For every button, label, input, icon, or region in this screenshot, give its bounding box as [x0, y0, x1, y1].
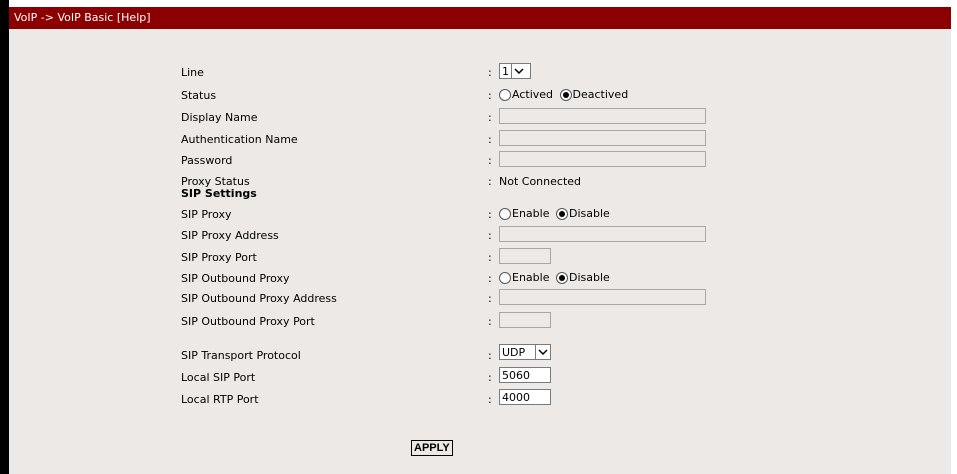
sip-transport-row: SIP Transport Protocol : UDP: [9, 344, 951, 366]
colon: :: [488, 208, 492, 221]
chevron-down-icon: [535, 345, 550, 359]
password-input[interactable]: [499, 151, 706, 167]
password-row: Password :: [9, 151, 951, 171]
sip-outbound-proxy-port-input[interactable]: [499, 312, 551, 328]
sip-settings-heading: SIP Settings: [181, 187, 257, 200]
colon: :: [488, 133, 492, 146]
local-sip-port-row: Local SIP Port :: [9, 367, 951, 388]
sip-proxy-enable-label: Enable: [512, 207, 550, 220]
left-frame-edge: [0, 0, 9, 474]
sip-outbound-proxy-enable-radio[interactable]: [499, 272, 511, 284]
colon: :: [488, 154, 492, 167]
sip-proxy-address-row: SIP Proxy Address :: [9, 226, 951, 246]
sip-outbound-proxy-disable-label: Disable: [568, 271, 610, 284]
sip-transport-select-value: UDP: [502, 345, 526, 359]
top-frame-edge: [0, 0, 957, 7]
sip-proxy-address-label: SIP Proxy Address: [181, 229, 279, 242]
line-select[interactable]: 1: [499, 63, 531, 79]
colon: :: [488, 272, 492, 285]
sip-transport-select[interactable]: UDP: [499, 344, 551, 360]
password-label: Password: [181, 154, 233, 167]
sip-outbound-proxy-address-input[interactable]: [499, 289, 706, 305]
status-radio-group: Actived Deactived: [499, 88, 628, 101]
sip-proxy-radio-group: Enable Disable: [499, 207, 610, 220]
sip-proxy-address-input[interactable]: [499, 226, 706, 242]
sip-proxy-port-label: SIP Proxy Port: [181, 251, 257, 264]
colon: :: [488, 393, 492, 406]
sip-outbound-proxy-port-label: SIP Outbound Proxy Port: [181, 315, 315, 328]
colon: :: [488, 349, 492, 362]
help-link[interactable]: [Help]: [117, 11, 151, 24]
breadcrumb: VoIP -> VoIP Basic: [14, 11, 114, 24]
local-sip-port-input[interactable]: [499, 367, 551, 383]
status-actived-label: Actived: [512, 88, 554, 101]
sip-proxy-row: SIP Proxy : Enable Disable: [9, 205, 951, 225]
status-deactived-radio[interactable]: [559, 89, 572, 101]
line-row: Line : 1: [9, 63, 951, 83]
chevron-down-icon: [511, 64, 526, 78]
apply-button[interactable]: APPLY: [411, 440, 453, 456]
sip-proxy-label: SIP Proxy: [181, 208, 232, 221]
status-actived-radio[interactable]: [499, 89, 511, 101]
line-select-value: 1: [502, 64, 509, 78]
main-panel: VoIP -> VoIP Basic [Help] Line : 1 Statu…: [9, 7, 951, 474]
title-bar: VoIP -> VoIP Basic [Help]: [9, 7, 951, 29]
sip-proxy-port-input[interactable]: [499, 248, 551, 264]
colon: :: [488, 89, 492, 102]
sip-transport-label: SIP Transport Protocol: [181, 349, 301, 362]
sip-outbound-proxy-address-row: SIP Outbound Proxy Address :: [9, 289, 951, 309]
display-name-input[interactable]: [499, 108, 706, 124]
sip-proxy-disable-label: Disable: [568, 207, 610, 220]
display-name-row: Display Name :: [9, 108, 951, 128]
auth-name-row: Authentication Name :: [9, 130, 951, 150]
sip-outbound-proxy-radio-group: Enable Disable: [499, 271, 610, 284]
sip-settings-heading-row: SIP Settings: [9, 184, 951, 204]
sip-proxy-enable-radio[interactable]: [499, 208, 511, 220]
colon: :: [488, 315, 492, 328]
sip-outbound-proxy-row: SIP Outbound Proxy : Enable Disable: [9, 269, 951, 289]
sip-outbound-proxy-label: SIP Outbound Proxy: [181, 272, 290, 285]
local-sip-port-label: Local SIP Port: [181, 371, 256, 384]
colon: :: [488, 229, 492, 242]
display-name-label: Display Name: [181, 111, 258, 124]
sip-outbound-proxy-address-label: SIP Outbound Proxy Address: [181, 292, 337, 305]
auth-name-input[interactable]: [499, 130, 706, 146]
sip-outbound-proxy-disable-radio[interactable]: [555, 272, 568, 284]
colon: :: [488, 292, 492, 305]
local-rtp-port-label: Local RTP Port: [181, 393, 259, 406]
colon: :: [488, 371, 492, 384]
local-rtp-port-row: Local RTP Port :: [9, 389, 951, 410]
sip-proxy-disable-radio[interactable]: [555, 208, 568, 220]
status-label: Status: [181, 89, 217, 102]
status-row: Status : Actived Deactived: [9, 86, 951, 106]
sip-proxy-port-row: SIP Proxy Port :: [9, 248, 951, 268]
sip-outbound-proxy-enable-label: Enable: [512, 271, 550, 284]
colon: :: [488, 251, 492, 264]
sip-outbound-proxy-port-row: SIP Outbound Proxy Port :: [9, 312, 951, 332]
line-label: Line: [181, 66, 204, 79]
colon: :: [488, 111, 492, 124]
local-rtp-port-input[interactable]: [499, 389, 551, 405]
colon: :: [488, 66, 492, 79]
auth-name-label: Authentication Name: [181, 133, 298, 146]
status-deactived-label: Deactived: [572, 88, 629, 101]
